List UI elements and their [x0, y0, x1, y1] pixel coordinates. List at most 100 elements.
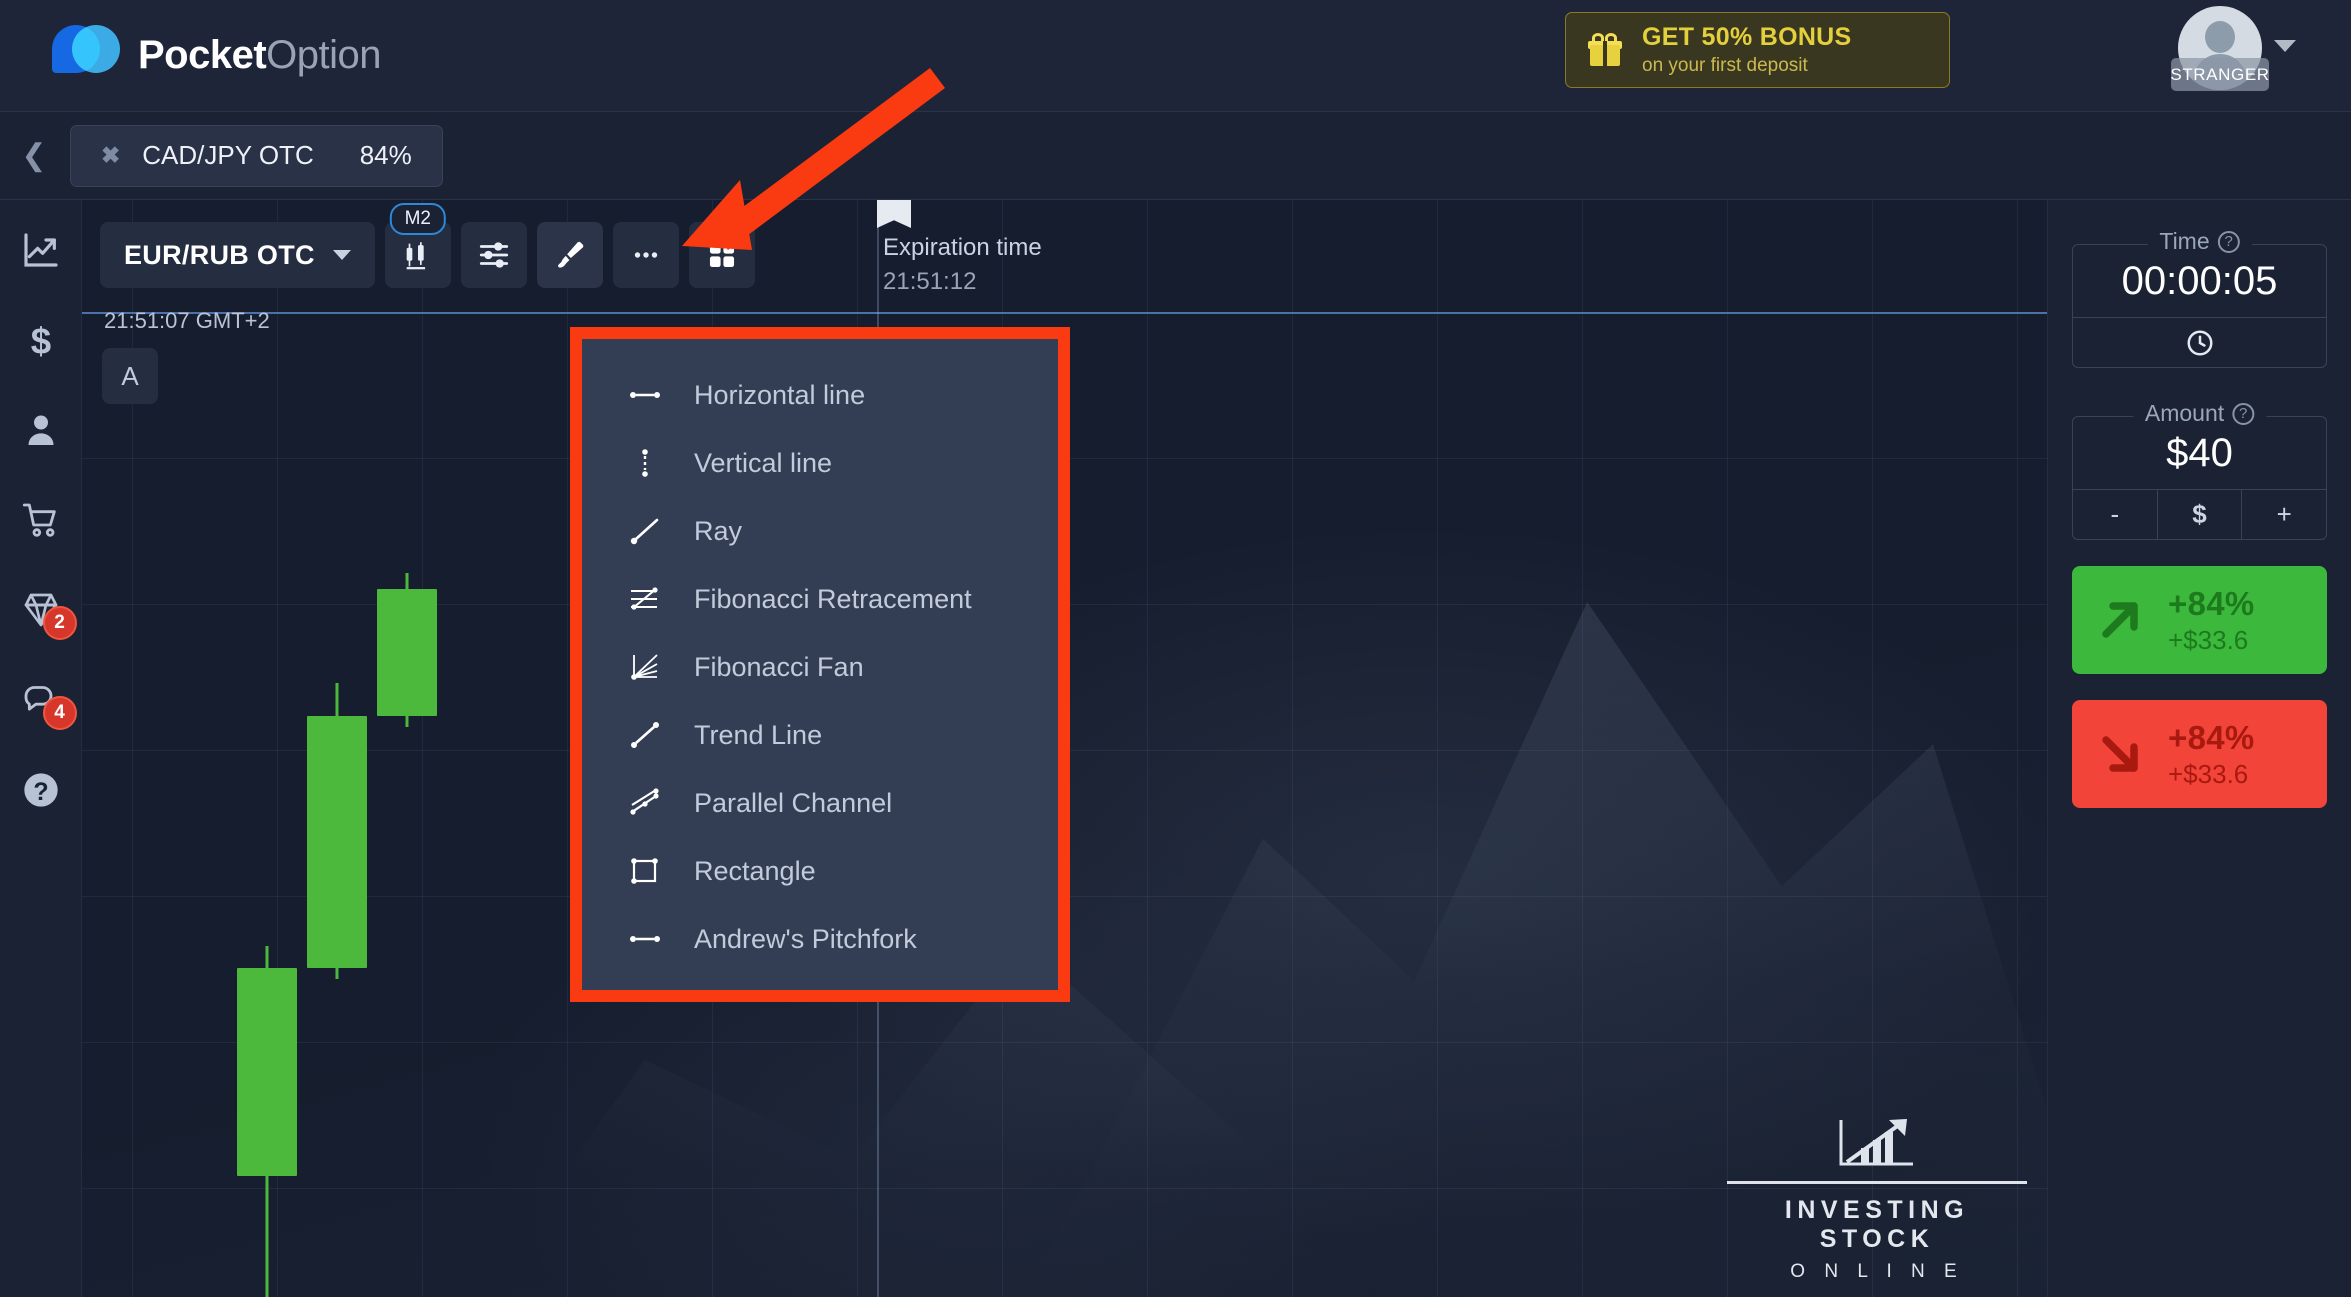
drawing-tool-label: Trend Line: [694, 719, 823, 750]
brand-name-bold: Pocket: [138, 33, 267, 77]
rectangle-icon: [628, 854, 670, 888]
chat-badge: 4: [42, 696, 77, 730]
drawing-tool-fibonacci-retracement[interactable]: Fibonacci Retracement: [582, 565, 1058, 633]
bonus-banner[interactable]: GET 50% BONUS on your first deposit: [1565, 12, 1950, 88]
trading-platform-app: PocketOption GET 50% BONUS on your first…: [0, 0, 2351, 1297]
account-menu[interactable]: STRANGER: [2170, 6, 2296, 91]
candlestick: [237, 200, 297, 1297]
asset-tab-name: CAD/JPY OTC: [142, 140, 314, 170]
time-legend: Time ?: [2147, 228, 2252, 255]
asset-tab-payout: 84%: [359, 140, 412, 170]
candlestick: [377, 200, 437, 1297]
close-icon[interactable]: ✖: [101, 142, 120, 169]
sidebar-item-market[interactable]: [13, 492, 69, 548]
chart-toolbar: EUR/RUB OTC M2: [100, 203, 755, 288]
bonus-title: GET 50% BONUS: [1642, 23, 1852, 51]
asset-selector-label: EUR/RUB OTC: [124, 239, 315, 270]
gift-icon: [1588, 33, 1622, 67]
help-icon[interactable]: ?: [2217, 230, 2240, 253]
buy-button[interactable]: +84% +$33.6: [2072, 566, 2327, 674]
annotation-button[interactable]: A: [102, 348, 158, 404]
amount-legend: Amount ?: [2132, 400, 2267, 427]
drawing-tool-parallel-channel[interactable]: Parallel Channel: [582, 769, 1058, 837]
amount-field-group: Amount ? $40 - $ +: [2072, 400, 2327, 540]
chart-timestamp: 21:51:07 GMT+2: [104, 308, 270, 333]
amount-legend-label: Amount: [2144, 400, 2225, 426]
amount-value[interactable]: $40: [2073, 417, 2326, 489]
chart-type-button[interactable]: M2: [384, 203, 451, 288]
grid-icon: [709, 242, 734, 268]
chevron-down-icon: [332, 250, 351, 260]
asset-tab-cadjpy[interactable]: ✖ CAD/JPY OTC 84%: [70, 124, 443, 187]
dollar-icon: $: [30, 320, 50, 360]
sidebar-item-chat[interactable]: 4: [13, 672, 77, 730]
drawing-tool-label: Horizontal line: [694, 379, 866, 410]
sell-button[interactable]: +84% +$33.6: [2072, 700, 2327, 808]
drawing-tool-horizontal-line[interactable]: Horizontal line: [582, 361, 1058, 429]
drawing-tool-rectangle[interactable]: Rectangle: [582, 837, 1058, 905]
growth-chart-icon: [1727, 1110, 2027, 1174]
sidebar-item-finance[interactable]: $: [13, 312, 69, 368]
arrow-up-right-icon: [2072, 592, 2168, 648]
drawing-tool-label: Fibonacci Retracement: [694, 583, 972, 614]
asset-tab-bar: ❮ ✖ CAD/JPY OTC 84%: [0, 112, 2351, 200]
asset-selector[interactable]: EUR/RUB OTC: [100, 222, 375, 288]
watermark: INVESTING STOCK O N L I N E: [1727, 1110, 2027, 1283]
amount-decrement-button[interactable]: -: [2073, 490, 2157, 539]
time-value[interactable]: 00:00:05: [2073, 245, 2326, 317]
drawing-tool-label: Andrew's Pitchfork: [694, 923, 917, 954]
brand-name: PocketOption: [138, 33, 382, 78]
parallel-channel-icon: [628, 786, 670, 820]
sidebar-item-rewards[interactable]: 2: [13, 582, 77, 640]
help-icon[interactable]: ?: [2232, 402, 2255, 425]
clock-icon: [2187, 330, 2212, 355]
chevron-left-icon[interactable]: ❮: [0, 138, 68, 173]
fibonacci-retracement-icon: [628, 582, 670, 616]
person-icon: [28, 415, 53, 445]
drawing-tools-menu[interactable]: Horizontal line Vertical line Ray Fibonacci…: [582, 339, 1058, 990]
buy-percent: +84%: [2168, 584, 2255, 622]
drawing-tool-vertical-line[interactable]: Vertical line: [582, 429, 1058, 497]
layout-button[interactable]: [688, 222, 755, 288]
time-mode-button[interactable]: [2073, 318, 2326, 367]
expiration-time: 21:51:12: [883, 268, 977, 295]
help-icon: ?: [23, 773, 58, 807]
trading-chart-icon: [23, 233, 58, 267]
drawing-tools-button[interactable]: [536, 222, 603, 288]
ellipsis-icon: [634, 252, 658, 258]
watermark-line1: INVESTING STOCK: [1784, 1196, 1970, 1253]
watermark-line2: O N L I N E: [1790, 1261, 1964, 1282]
pocket-option-logo-icon: [52, 24, 120, 87]
time-legend-label: Time: [2159, 228, 2210, 254]
candlestick: [307, 200, 367, 1297]
ray-icon: [628, 514, 670, 548]
svg-text:?: ?: [33, 778, 48, 806]
brand-logo[interactable]: PocketOption: [52, 24, 382, 87]
horizontal-line-icon: [628, 378, 670, 412]
amount-increment-button[interactable]: +: [2241, 490, 2326, 539]
sell-percent: +84%: [2168, 718, 2255, 756]
trend-line-icon: [628, 718, 670, 752]
chevron-down-icon[interactable]: [2274, 40, 2296, 52]
sidebar-item-help[interactable]: ?: [13, 762, 69, 818]
rewards-badge: 2: [42, 606, 77, 640]
sliders-icon: [479, 242, 508, 268]
vertical-line-icon: [628, 446, 670, 480]
sidebar-item-trading[interactable]: [13, 222, 69, 278]
sell-payout: +$33.6: [2168, 758, 2249, 789]
amount-currency-button[interactable]: $: [2156, 490, 2242, 539]
sidebar-item-profile[interactable]: [13, 402, 69, 458]
timeframe-badge[interactable]: M2: [389, 203, 447, 235]
brand-name-light: Option: [266, 33, 382, 77]
drawing-tool-trend-line[interactable]: Trend Line: [582, 701, 1058, 769]
trade-panel: Time ? 00:00:05 Amount ? $40 - $ + +84% …: [2047, 200, 2351, 1297]
drawing-tool-fibonacci-fan[interactable]: Fibonacci Fan: [582, 633, 1058, 701]
buy-payout: +$33.6: [2168, 624, 2249, 655]
indicators-button[interactable]: [460, 222, 527, 288]
drawing-tool-label: Parallel Channel: [694, 787, 893, 818]
drawing-tool-label: Fibonacci Fan: [694, 651, 864, 682]
drawing-tool-andrews-pitchfork[interactable]: Andrew's Pitchfork: [582, 905, 1058, 973]
svg-text:$: $: [30, 320, 50, 360]
more-options-button[interactable]: [612, 222, 679, 288]
drawing-tool-ray[interactable]: Ray: [582, 497, 1058, 565]
